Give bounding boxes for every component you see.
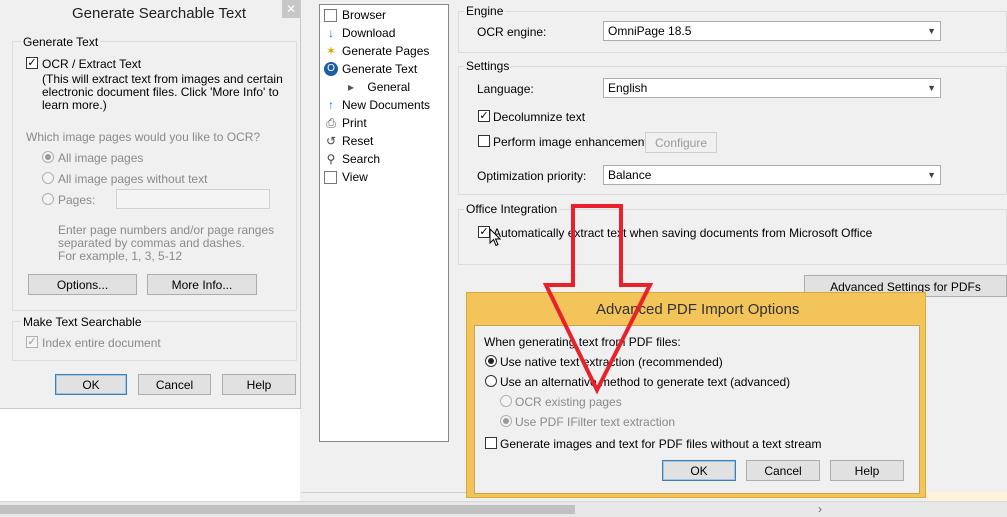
configure-button[interactable]: Configure (645, 132, 717, 153)
scrollbar-thumb[interactable] (0, 505, 575, 514)
optimization-select[interactable]: Balance ▼ (603, 165, 941, 185)
mouse-cursor-icon (489, 228, 502, 247)
ocr-extract-label: OCR / Extract Text (42, 57, 142, 71)
radio-without-text-label: All image pages without text (58, 172, 208, 186)
tree-item-generate-pages[interactable]: ✶ Generate Pages (326, 42, 429, 60)
make-searchable-group-label: Make Text Searchable (21, 315, 144, 329)
reset-icon: ↺ (325, 134, 337, 148)
settings-group-label: Settings (464, 59, 512, 73)
generate-text-icon: O (324, 62, 338, 76)
generate-text-group-label: Generate Text (21, 35, 101, 49)
horizontal-scrollbar[interactable]: › (0, 501, 1007, 517)
up-arrow-icon: ↑ (328, 98, 334, 112)
ocr-desc-line-1: (This will extract text from images and … (42, 72, 283, 86)
radio-pages[interactable] (42, 193, 54, 205)
radio-ocr-existing[interactable] (500, 395, 512, 407)
tree-item-download[interactable]: ↓ Download (328, 24, 395, 42)
download-arrow-icon: ↓ (328, 26, 334, 40)
cancel-button[interactable]: Cancel (138, 374, 211, 395)
index-document-checkbox[interactable]: ✓ (26, 336, 38, 348)
ocr-desc-line-3: learn more.) (42, 98, 107, 112)
language-label: Language: (477, 82, 534, 96)
hint-line-3: For example, 1, 3, 5-12 (58, 249, 183, 263)
tree-expander-icon: ▸ (348, 80, 355, 94)
radio-all-image-pages-label: All image pages (58, 151, 144, 165)
status-strip (926, 492, 1007, 501)
tree-item-search[interactable]: ⚲ Search (327, 150, 380, 168)
ocr-desc-line-2: electronic document files. Click 'More I… (42, 85, 279, 99)
radio-ifilter-label: Use PDF IFilter text extraction (515, 415, 676, 429)
ok-button[interactable]: OK (55, 374, 127, 395)
generate-searchable-text-dialog: Generate Searchable Text ✕ Generate Text… (0, 0, 301, 409)
language-select[interactable]: English ▼ (603, 78, 941, 98)
radio-alternative-method[interactable] (485, 375, 497, 387)
engine-group-label: Engine (464, 4, 506, 18)
index-document-label: Index entire document (42, 336, 161, 350)
scroll-right-arrow-icon[interactable]: › (818, 502, 822, 516)
tree-item-general[interactable]: ▸ General (348, 78, 410, 96)
hint-line-1: Enter page numbers and/or page ranges (58, 223, 275, 237)
chevron-down-icon: ▼ (927, 83, 936, 93)
pdf-cancel-button[interactable]: Cancel (746, 460, 820, 481)
ocr-question: Which image pages would you like to OCR? (26, 130, 261, 144)
dialog-title: Generate Searchable Text (72, 5, 247, 22)
optimization-label: Optimization priority: (477, 169, 587, 183)
pdf-help-button[interactable]: Help (830, 460, 904, 481)
help-button[interactable]: Help (222, 374, 296, 395)
close-button[interactable]: ✕ (282, 0, 300, 18)
radio-without-text[interactable] (42, 172, 54, 184)
ocr-extract-checkbox[interactable]: ✓ (26, 57, 38, 69)
ocr-engine-select[interactable]: OmniPage 18.5 ▼ (603, 21, 941, 41)
background-area (0, 409, 300, 501)
close-icon: ✕ (285, 2, 297, 16)
more-info-button[interactable]: More Info... (147, 274, 257, 295)
pages-input[interactable] (116, 189, 270, 209)
tree-item-new-documents[interactable]: ↑ New Documents (328, 96, 430, 114)
browser-icon (324, 9, 337, 22)
tree-item-generate-text[interactable]: O Generate Text (324, 60, 417, 78)
decolumnize-label: Decolumnize text (493, 110, 586, 124)
generate-images-checkbox[interactable] (485, 437, 497, 449)
radio-pages-label: Pages: (58, 193, 96, 207)
radio-all-image-pages[interactable] (42, 151, 54, 163)
radio-ifilter[interactable] (500, 415, 512, 427)
image-enhancement-checkbox[interactable] (478, 135, 490, 147)
tree-item-browser[interactable]: Browser (324, 6, 386, 24)
generate-pages-icon: ✶ (325, 44, 337, 58)
printer-icon: ⎙ (326, 116, 336, 130)
ocr-engine-label: OCR engine: (477, 25, 547, 39)
hint-line-2: separated by commas and dashes. (58, 236, 245, 250)
search-icon: ⚲ (326, 152, 336, 166)
pdf-ok-button[interactable]: OK (662, 460, 736, 481)
red-annotation-arrow (542, 204, 654, 395)
radio-native-extraction[interactable] (485, 355, 497, 367)
generate-images-label: Generate images and text for PDF files w… (500, 437, 822, 451)
tree-item-view[interactable]: View (324, 168, 368, 186)
chevron-down-icon: ▼ (927, 170, 936, 180)
image-enhancement-label: Perform image enhancement (493, 135, 648, 149)
tree-item-reset[interactable]: ↺ Reset (326, 132, 373, 150)
options-button[interactable]: Options... (28, 274, 137, 295)
chevron-down-icon: ▼ (927, 26, 936, 36)
view-icon (324, 171, 337, 184)
tree-item-print[interactable]: ⎙ Print (326, 114, 367, 132)
decolumnize-checkbox[interactable]: ✓ (478, 110, 490, 122)
